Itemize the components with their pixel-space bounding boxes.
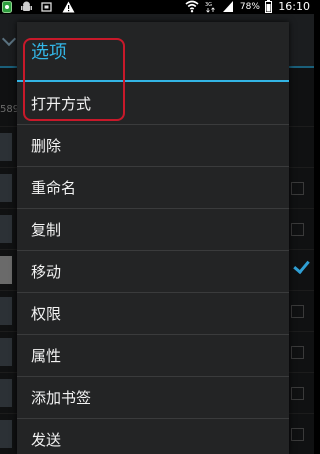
menu-item-send[interactable]: 发送	[17, 419, 289, 454]
row-checkbox[interactable]	[291, 346, 304, 359]
row-checkbox[interactable]	[291, 182, 304, 195]
checkmark-icon[interactable]	[293, 256, 310, 275]
options-menu: 打开方式 删除 重命名 复制 移动 权限 属性 添加书签 发送	[17, 82, 289, 454]
row-checkbox[interactable]	[291, 387, 304, 400]
menu-item-permissions[interactable]: 权限	[17, 293, 289, 335]
menu-item-copy[interactable]: 复制	[17, 209, 289, 251]
row-checkbox[interactable]	[291, 305, 304, 318]
battery-percentage: 78%	[239, 2, 260, 12]
file-thumbnail	[0, 215, 12, 243]
menu-item-delete[interactable]: 删除	[17, 125, 289, 167]
status-bar-left	[2, 1, 81, 13]
svg-text:3G: 3G	[205, 2, 212, 8]
file-thumbnail	[0, 338, 12, 366]
dialog-title: 选项	[31, 42, 67, 63]
row-checkbox[interactable]	[291, 428, 304, 441]
file-thumbnail	[0, 420, 12, 448]
file-thumbnail	[0, 256, 12, 284]
menu-item-rename[interactable]: 重命名	[17, 167, 289, 209]
file-thumbnail	[0, 297, 12, 325]
menu-item-open-with[interactable]: 打开方式	[17, 82, 289, 125]
status-bar: 3G 78% 16:10	[0, 0, 314, 14]
chevron-down-icon	[1, 31, 17, 47]
menu-item-move[interactable]: 移动	[17, 251, 289, 293]
screen: 3G 78% 16:10 589 选项 打开方式 删除 重命名 复制 移动 权限…	[0, 0, 314, 454]
options-dialog: 选项 打开方式 删除 重命名 复制 移动 权限 属性 添加书签 发送	[17, 22, 289, 454]
clock: 16:10	[278, 0, 310, 13]
status-bar-right: 3G 78% 16:10	[185, 0, 310, 14]
row-checkbox[interactable]	[291, 223, 304, 236]
menu-item-properties[interactable]: 属性	[17, 335, 289, 377]
file-thumbnail	[0, 379, 12, 407]
file-thumbnail	[0, 174, 12, 202]
file-thumbnail	[0, 133, 12, 161]
menu-item-add-bookmark[interactable]: 添加书签	[17, 377, 289, 419]
